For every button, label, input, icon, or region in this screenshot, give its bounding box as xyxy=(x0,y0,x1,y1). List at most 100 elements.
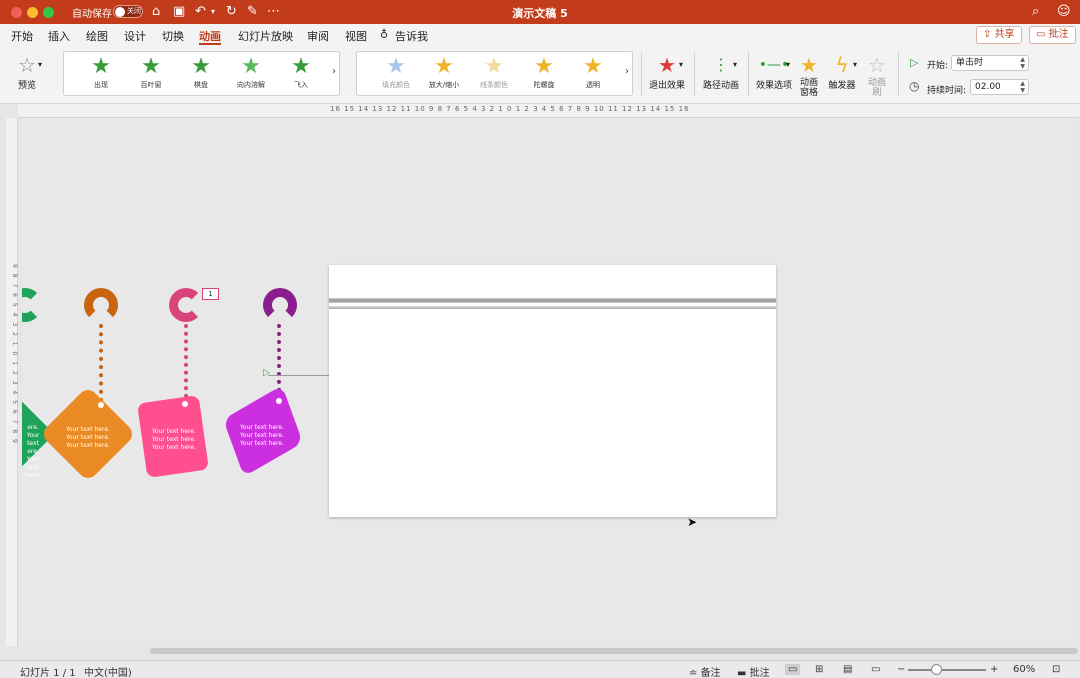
tab-animations[interactable]: 动画 xyxy=(199,28,221,44)
start-select[interactable]: 单击时 ▲ ▼ xyxy=(951,55,1029,71)
card-text-pink: Your text here. Your text here. Your tex… xyxy=(152,428,196,451)
chevron-down-icon[interactable]: ▾ xyxy=(786,60,790,69)
zoom-in-button[interactable]: + xyxy=(990,664,998,675)
slide-header-bar xyxy=(329,298,776,303)
star-icon: ★ xyxy=(191,54,211,79)
slide-header-subbar xyxy=(329,306,776,309)
zoom-percentage[interactable]: 60% xyxy=(1013,664,1035,675)
animations-ribbon: ☆ 预览 ▾ ★ 出现 ★ 百叶窗 ★ 棋盘 ★ 向内溶解 ★ 飞入 › ★ 填充颜色 ★ 放… xyxy=(0,46,1080,104)
motion-path-start-icon: ▷ xyxy=(263,368,270,378)
comments-status-button[interactable]: ▬ 批注 xyxy=(737,664,770,678)
star-icon: ★ xyxy=(291,54,311,79)
ribbon-tab-bar: 开始 插入 绘图 设计 切换 动画 幻灯片放映 审阅 视图 ♁ 告诉我 ⇪ 共享… xyxy=(0,24,1080,46)
normal-view-icon[interactable]: ▭ xyxy=(785,664,801,675)
chevron-right-icon[interactable]: › xyxy=(332,66,336,77)
chevron-down-icon[interactable]: ▾ xyxy=(733,60,737,69)
ring-shape-purple[interactable] xyxy=(263,288,297,322)
entrance-effects-gallery: ★ 出现 ★ 百叶窗 ★ 棋盘 ★ 向内溶解 ★ 飞入 › xyxy=(63,51,340,96)
star-icon: ★ xyxy=(534,54,554,79)
play-icon: ▷ xyxy=(910,56,919,69)
account-icon[interactable]: ☺ xyxy=(1057,3,1071,21)
effect-grow-shrink[interactable]: ★ 放大/缩小 xyxy=(423,54,465,90)
ribbon-separator xyxy=(694,52,695,96)
path-animation-button[interactable]: ⋮ 路径动画 xyxy=(702,52,740,91)
animation-order-tag[interactable]: 1 xyxy=(202,288,219,300)
slideshow-icon[interactable]: ▭ xyxy=(871,664,880,675)
duration-stepper[interactable]: 02.00 ▲ ▼ xyxy=(970,79,1029,95)
effect-checkerboard[interactable]: ★ 棋盘 xyxy=(180,54,222,90)
dotted-line-pink xyxy=(184,324,188,398)
effect-fill-color[interactable]: ★ 填充颜色 xyxy=(375,54,417,90)
chevron-down-icon[interactable]: ▾ xyxy=(853,60,857,69)
stepper-icon: ▲ ▼ xyxy=(1020,80,1025,94)
preview-button[interactable]: ☆ 预览 xyxy=(10,52,44,91)
star-icon: ★ xyxy=(241,54,261,79)
star-icon: ★ xyxy=(91,54,111,79)
effect-dissolve-in[interactable]: ★ 向内溶解 xyxy=(230,54,272,90)
zoom-out-button[interactable]: − xyxy=(897,664,905,675)
star-icon: ★ xyxy=(386,54,406,79)
share-button[interactable]: ⇪ 共享 xyxy=(976,26,1022,44)
notes-button[interactable]: ≐ 备注 xyxy=(689,664,721,678)
hole-dot xyxy=(98,402,104,408)
ribbon-separator xyxy=(898,52,899,96)
slide-counter: 幻灯片 1 / 1 xyxy=(20,668,76,678)
tab-draw[interactable]: 绘图 xyxy=(86,28,108,44)
partial-shape-text: ere. Your text ere. Your text here. xyxy=(25,424,41,479)
title-bar: 自动保存 关闭 ⌂ ▣ ↶ ▾ ↻ ✎ ⋯ 演示文稿 5 ⌕ ☺ xyxy=(0,0,1080,24)
slide[interactable] xyxy=(329,265,776,517)
tab-review[interactable]: 审阅 xyxy=(307,28,329,44)
search-icon[interactable]: ⌕ xyxy=(1032,3,1039,21)
chevron-down-icon[interactable]: ▾ xyxy=(38,60,42,69)
start-label: 开始: xyxy=(927,61,949,71)
chevron-right-icon[interactable]: › xyxy=(625,66,629,77)
fit-to-window-icon[interactable]: ⊡ xyxy=(1052,664,1060,675)
effect-spin[interactable]: ★ 陀螺旋 xyxy=(523,54,565,90)
tab-design[interactable]: 设计 xyxy=(124,28,146,44)
language-indicator[interactable]: 中文(中国) xyxy=(84,664,132,678)
reading-view-icon[interactable]: ▤ xyxy=(843,664,852,675)
tab-transitions[interactable]: 切换 xyxy=(162,28,184,44)
comments-button[interactable]: ▭ 批注 xyxy=(1029,26,1076,44)
vertical-ruler: 9 8 7 6 5 4 3 2 1 0 1 2 3 4 5 6 7 8 9 xyxy=(6,118,18,646)
ring-shape-pink[interactable] xyxy=(169,288,203,322)
ring-shape-orange[interactable] xyxy=(84,288,118,322)
diamond-text-orange: Your text here. Your text here. Your tex… xyxy=(66,426,110,449)
stepper-icon: ▲ ▼ xyxy=(1020,56,1025,70)
horizontal-ruler-scale: 16 15 14 13 12 11 10 9 8 7 6 5 4 3 2 1 0… xyxy=(330,105,690,113)
status-bar: 幻灯片 1 / 1 中文(中国) ≐ 备注 ▬ 批注 ▭ ⊞ ▤ ▭ − + 6… xyxy=(0,660,1080,678)
tab-home[interactable]: 开始 xyxy=(11,28,33,44)
chevron-down-icon[interactable]: ▾ xyxy=(679,60,683,69)
active-tab-indicator xyxy=(199,43,221,45)
star-icon: ★ xyxy=(434,54,454,79)
slide-canvas[interactable]: ere. Your text ere. Your text here. Your… xyxy=(22,118,1077,646)
trigger-button[interactable]: ϟ 触发器 xyxy=(827,52,857,91)
star-icon: ★ xyxy=(141,54,161,79)
star-icon: ★ xyxy=(484,54,504,79)
effect-fly-in[interactable]: ★ 飞入 xyxy=(280,54,322,90)
animation-pane-button[interactable]: ★ 动画 窗格 xyxy=(796,52,822,98)
animation-painter-button[interactable]: ☆ 动画 刷 xyxy=(864,52,890,98)
vertical-ruler-scale: 9 8 7 6 5 4 3 2 1 0 1 2 3 4 5 6 7 8 9 xyxy=(11,264,18,445)
effect-blinds[interactable]: ★ 百叶窗 xyxy=(130,54,172,90)
star-outline-icon: ☆ xyxy=(868,53,886,77)
dotted-line-orange xyxy=(99,324,103,402)
zoom-slider-thumb[interactable] xyxy=(931,664,943,675)
tab-tell-me[interactable]: 告诉我 xyxy=(395,28,428,44)
hole-dot xyxy=(182,401,188,407)
star-icon: ★ xyxy=(583,54,603,79)
effect-line-color[interactable]: ★ 线条颜色 xyxy=(473,54,515,90)
ribbon-separator xyxy=(641,52,642,96)
zoom-slider-track[interactable] xyxy=(908,669,986,671)
emphasis-effects-gallery: ★ 填充颜色 ★ 放大/缩小 ★ 线条颜色 ★ 陀螺旋 ★ 透明 › xyxy=(356,51,633,96)
tab-view[interactable]: 视图 xyxy=(345,28,367,44)
effect-appear[interactable]: ★ 出现 xyxy=(80,54,122,90)
effect-options-button[interactable]: •—• 效果选项 xyxy=(755,52,793,91)
horizontal-scrollbar[interactable] xyxy=(150,648,1078,654)
slide-sorter-icon[interactable]: ⊞ xyxy=(815,664,823,675)
exit-effects-button[interactable]: ★ 退出效果 xyxy=(649,52,685,91)
tab-insert[interactable]: 插入 xyxy=(48,28,70,44)
partial-ring-shape[interactable] xyxy=(22,288,42,322)
effect-transparency[interactable]: ★ 透明 xyxy=(572,54,614,90)
tab-slideshow[interactable]: 幻灯片放映 xyxy=(238,28,293,44)
